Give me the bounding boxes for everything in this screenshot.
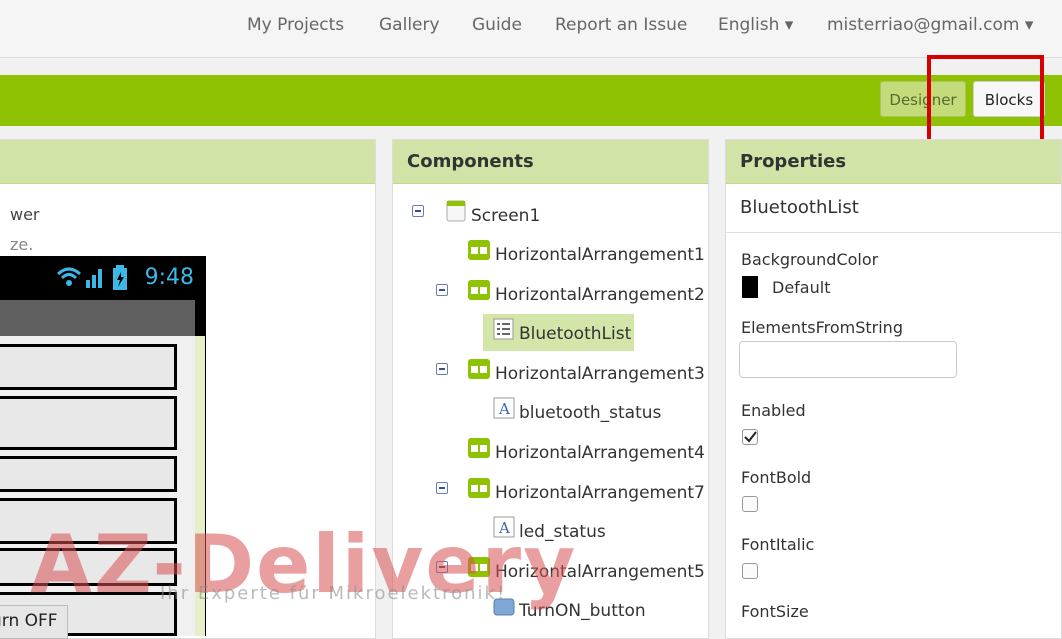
- designer-button[interactable]: Designer: [880, 81, 966, 117]
- label-icon: A: [493, 516, 515, 538]
- top-nav: My Projects Gallery Guide Report an Issu…: [0, 0, 1062, 58]
- phone-preview: 9:48 d urn OFF: [0, 256, 206, 636]
- nav-account-dropdown[interactable]: misterriao@gmail.com ▾: [827, 15, 1033, 35]
- viewer-caption-line1: wer: [10, 205, 40, 224]
- selected-component-name: BluetoothList: [726, 184, 1061, 233]
- tree-item-horizontalarrangement5[interactable]: HorizontalArrangement5: [495, 562, 705, 582]
- horizontal-arrangement-icon: [468, 240, 490, 262]
- prop-fontsize-label: FontSize: [741, 602, 809, 621]
- prop-fontbold-label: FontBold: [741, 468, 811, 487]
- prop-fontitalic-label: FontItalic: [741, 535, 814, 554]
- tree-item-horizontalarrangement2[interactable]: HorizontalArrangement2: [495, 285, 705, 305]
- horizontal-arrangement-icon: [468, 478, 490, 500]
- tree-item-horizontalarrangement4[interactable]: HorizontalArrangement4: [495, 443, 705, 463]
- horizontal-arrangement-icon: [468, 557, 490, 579]
- fontitalic-checkbox[interactable]: [742, 563, 758, 579]
- fontbold-checkbox[interactable]: [742, 496, 758, 512]
- viewer-caption-line2: ze.: [10, 235, 33, 254]
- horizontal-arrangement-icon: [468, 438, 490, 460]
- collapse-ha2-icon[interactable]: [436, 284, 448, 296]
- collapse-ha3-icon[interactable]: [436, 363, 448, 375]
- button-icon: [493, 596, 515, 618]
- phone-clock: 9:48: [145, 265, 194, 290]
- screen-row-status: d: [0, 456, 177, 492]
- tree-item-bluetoothlist[interactable]: BluetoothList: [519, 324, 631, 344]
- phone-screen-margin: [195, 336, 205, 636]
- screen-row: [0, 344, 177, 390]
- prop-backgroundcolor-value[interactable]: Default: [772, 278, 830, 297]
- viewer-header: [0, 140, 375, 184]
- tree-item-horizontalarrangement7[interactable]: HorizontalArrangement7: [495, 483, 705, 503]
- properties-header: Properties: [726, 140, 1061, 184]
- screen-row: [0, 498, 177, 544]
- phone-screen: d urn OFF: [0, 336, 195, 636]
- tree-item-horizontalarrangement1[interactable]: HorizontalArrangement1: [495, 245, 705, 265]
- horizontal-arrangement-icon: [468, 359, 490, 381]
- screen-row-button: urn OFF: [0, 592, 177, 636]
- collapse-ha5-icon[interactable]: [436, 561, 448, 573]
- nav-report-issue[interactable]: Report an Issue: [555, 15, 687, 35]
- prop-elementsfromstring-label: ElementsFromString: [741, 318, 903, 337]
- tree-item-led-status[interactable]: led_status: [519, 522, 606, 542]
- properties-panel: Properties BluetoothList: [725, 139, 1062, 639]
- phone-status-bar: 9:48: [0, 256, 206, 300]
- nav-language-dropdown[interactable]: English ▾: [718, 15, 793, 35]
- horizontal-arrangement-icon: [468, 280, 490, 302]
- turn-off-button[interactable]: urn OFF: [0, 605, 68, 639]
- label-icon: A: [493, 397, 515, 419]
- screen-icon: [446, 200, 468, 222]
- enabled-checkbox[interactable]: [742, 429, 758, 445]
- battery-icon: [112, 265, 128, 291]
- blocks-button[interactable]: Blocks: [973, 81, 1045, 117]
- nav-gallery[interactable]: Gallery: [379, 15, 440, 35]
- screen-row: [0, 548, 177, 586]
- tree-item-horizontalarrangement3[interactable]: HorizontalArrangement3: [495, 364, 705, 384]
- svg-text:A: A: [498, 400, 510, 418]
- nav-guide[interactable]: Guide: [472, 15, 522, 35]
- collapse-screen1-icon[interactable]: [412, 205, 424, 217]
- phone-title-bar: [0, 300, 195, 336]
- nav-my-projects[interactable]: My Projects: [247, 15, 344, 35]
- color-swatch[interactable]: [742, 276, 758, 298]
- checkmark-icon: [743, 430, 757, 444]
- listpicker-icon: [493, 318, 515, 340]
- prop-enabled-label: Enabled: [741, 401, 806, 420]
- screen-row-listpicker[interactable]: [0, 396, 177, 450]
- tree-item-screen1[interactable]: Screen1: [471, 206, 540, 226]
- tree-item-bluetooth-status[interactable]: bluetooth_status: [519, 403, 661, 423]
- components-header: Components: [393, 140, 708, 184]
- collapse-ha7-icon[interactable]: [436, 482, 448, 494]
- prop-backgroundcolor-label: BackgroundColor: [741, 250, 878, 269]
- signal-icon: [56, 266, 108, 290]
- elementsfromstring-input[interactable]: [739, 341, 957, 378]
- tree-item-turnon-button[interactable]: TurnON_button: [519, 601, 646, 621]
- svg-text:A: A: [498, 519, 510, 537]
